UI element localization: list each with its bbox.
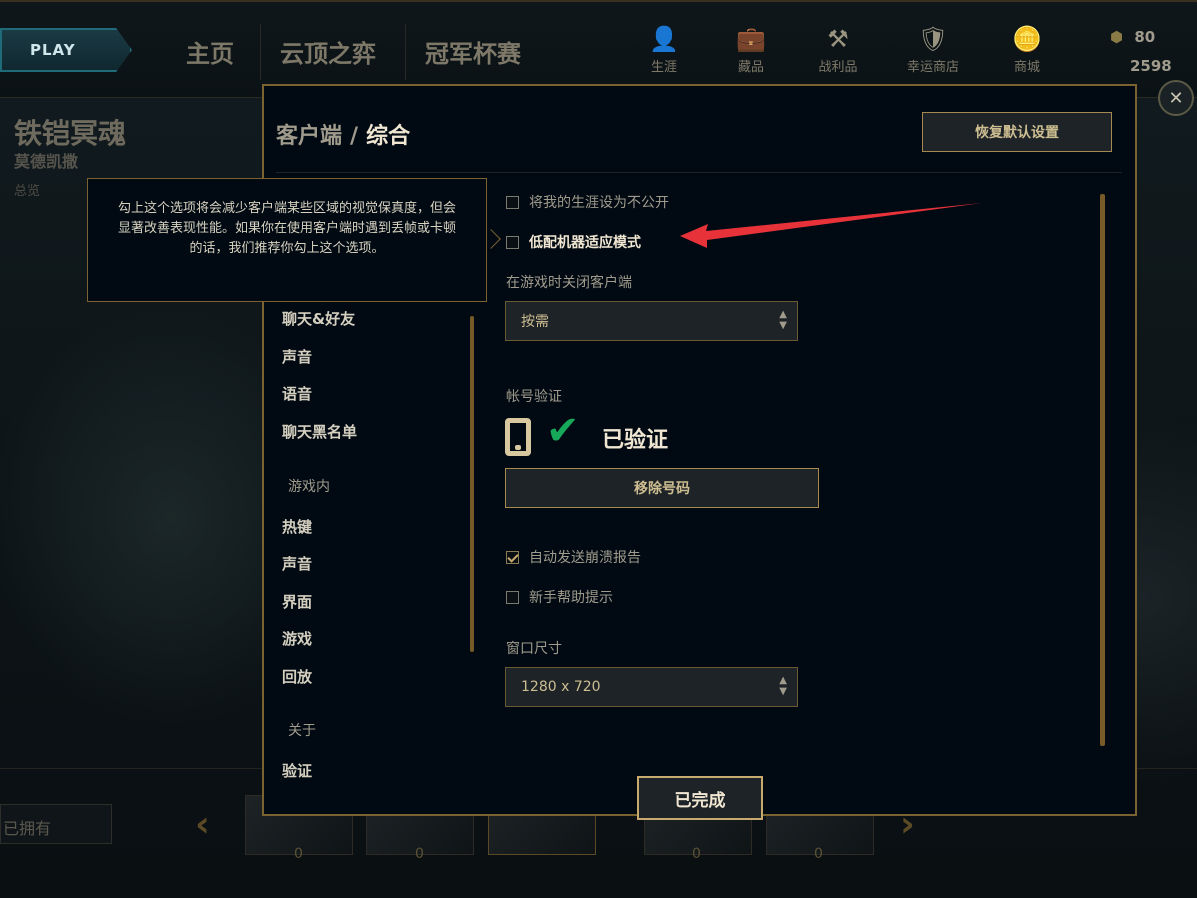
window-size-value: 1280 x 720 — [521, 679, 601, 695]
private-career-option[interactable]: 将我的生涯设为不公开 — [506, 192, 669, 212]
rp-icon: ⬢ — [1110, 28, 1124, 46]
skin-count: 0 — [294, 846, 303, 862]
verified-status: 已验证 — [602, 428, 669, 453]
select-arrows-icon: ▲ ▼ — [779, 309, 787, 331]
sidebar-item-game-sound[interactable]: 声音 — [282, 553, 312, 574]
rp-value: 80 — [1134, 28, 1156, 46]
remove-number-button[interactable]: 移除号码 — [505, 468, 819, 508]
account-verification-label: 帐号验证 — [506, 389, 562, 405]
close-client-value: 按需 — [521, 314, 549, 330]
nav-store[interactable]: 🪙 商城 — [992, 22, 1062, 82]
sidebar-item-interface[interactable]: 界面 — [282, 591, 312, 612]
sidebar-item-voice[interactable]: 语音 — [282, 383, 312, 404]
close-settings-button[interactable]: ✕ — [1158, 80, 1194, 116]
owned-filter[interactable]: 已拥有 — [0, 804, 112, 844]
sidebar-item-hotkeys[interactable]: 热键 — [282, 516, 312, 537]
carousel-prev-icon[interactable]: ‹ — [195, 804, 210, 845]
sidebar-item-chat-blocklist[interactable]: 聊天黑名单 — [282, 421, 357, 442]
crash-report-label: 自动发送崩溃报告 — [529, 550, 641, 566]
nav-divider — [260, 24, 261, 80]
nav-profile[interactable]: 👤 生涯 — [629, 22, 699, 82]
phone-icon — [505, 418, 531, 456]
close-client-label: 在游戏时关闭客户端 — [506, 275, 632, 291]
skin-count: 0 — [415, 846, 424, 862]
newbie-tips-option[interactable]: 新手帮助提示 — [506, 587, 613, 607]
nav-lucky-shop-label: 幸运商店 — [906, 60, 959, 75]
store-icon: 🪙 — [1012, 25, 1042, 53]
low-spec-mode-checkbox[interactable] — [506, 235, 519, 249]
select-arrows-icon: ▲ ▼ — [779, 675, 787, 697]
nav-lucky-shop[interactable]: 🛡 幸运商店 — [898, 22, 968, 82]
window-size-select[interactable]: 1280 x 720 ▲ ▼ — [505, 667, 798, 707]
sidebar-item-verification[interactable]: 验证 — [282, 760, 312, 781]
sidebar-scrollbar[interactable] — [470, 316, 474, 652]
breadcrumb: 客户端 / 综合 — [276, 118, 410, 150]
sidebar-group-ingame: 游戏内 — [288, 479, 330, 495]
header-divider — [276, 172, 1122, 173]
loot-icon: ⚒ — [827, 25, 849, 53]
rp-balance: ⬢ 80 — [1110, 28, 1155, 46]
top-border — [0, 0, 1197, 2]
nav-collection-label: 藏品 — [737, 60, 764, 75]
newbie-tips-label: 新手帮助提示 — [529, 590, 613, 606]
crash-report-option[interactable]: 自动发送崩溃报告 — [506, 547, 641, 567]
nav-loot[interactable]: ⚒ 战利品 — [803, 22, 873, 82]
nav-clash[interactable]: 冠军杯赛 — [425, 34, 521, 69]
close-client-select[interactable]: 按需 ▲ ▼ — [505, 301, 798, 341]
low-spec-mode-label: 低配机器适应模式 — [529, 235, 641, 251]
low-spec-mode-option[interactable]: 低配机器适应模式 — [506, 232, 641, 252]
private-career-label: 将我的生涯设为不公开 — [529, 195, 669, 211]
be-balance: 2598 — [1130, 57, 1172, 75]
champion-name: 莫德凯撒 — [14, 152, 79, 171]
skin-count: 0 — [814, 846, 823, 862]
champion-skin-name: 铁铠冥魂 — [14, 117, 127, 150]
window-size-label: 窗口尺寸 — [506, 641, 562, 657]
sidebar-item-game[interactable]: 游戏 — [282, 628, 312, 649]
sidebar-item-client-sound[interactable]: 声音 — [282, 346, 312, 367]
collection-icon: 💼 — [736, 25, 766, 53]
private-career-checkbox[interactable] — [506, 195, 519, 209]
breadcrumb-separator: / — [350, 124, 359, 149]
nav-divider — [405, 24, 406, 80]
tab-overview[interactable]: 总览 — [14, 180, 40, 199]
content-scrollbar[interactable] — [1100, 194, 1105, 746]
nav-collection[interactable]: 💼 藏品 — [716, 22, 786, 82]
checkmark-icon: ✔ — [546, 408, 580, 454]
lucky-shop-icon: 🛡 — [917, 25, 949, 53]
low-spec-tooltip: 勾上这个选项将会减少客户端某些区域的视觉保真度，但会显著改善表现性能。如果你在使… — [87, 178, 487, 302]
restore-defaults-button[interactable]: 恢复默认设置 — [922, 112, 1112, 152]
sidebar-group-about: 关于 — [288, 723, 316, 739]
done-button[interactable]: 已完成 — [637, 776, 763, 820]
sidebar-item-replays[interactable]: 回放 — [282, 666, 312, 687]
profile-icon: 👤 — [649, 25, 679, 53]
newbie-tips-checkbox[interactable] — [506, 590, 519, 604]
breadcrumb-parent: 客户端 — [276, 124, 343, 149]
play-button[interactable]: PLAY — [0, 28, 132, 72]
close-icon: ✕ — [1168, 87, 1184, 109]
sidebar-item-chat-friends[interactable]: 聊天&好友 — [282, 308, 355, 329]
page-title: 综合 — [366, 124, 411, 149]
nav-store-label: 商城 — [1013, 60, 1040, 75]
nav-loot-label: 战利品 — [818, 60, 858, 75]
nav-home[interactable]: 主页 — [186, 34, 234, 69]
nav-profile-label: 生涯 — [650, 60, 677, 75]
skin-count: 0 — [692, 846, 701, 862]
nav-tft[interactable]: 云顶之弈 — [280, 34, 376, 69]
crash-report-checkbox[interactable] — [506, 550, 519, 564]
